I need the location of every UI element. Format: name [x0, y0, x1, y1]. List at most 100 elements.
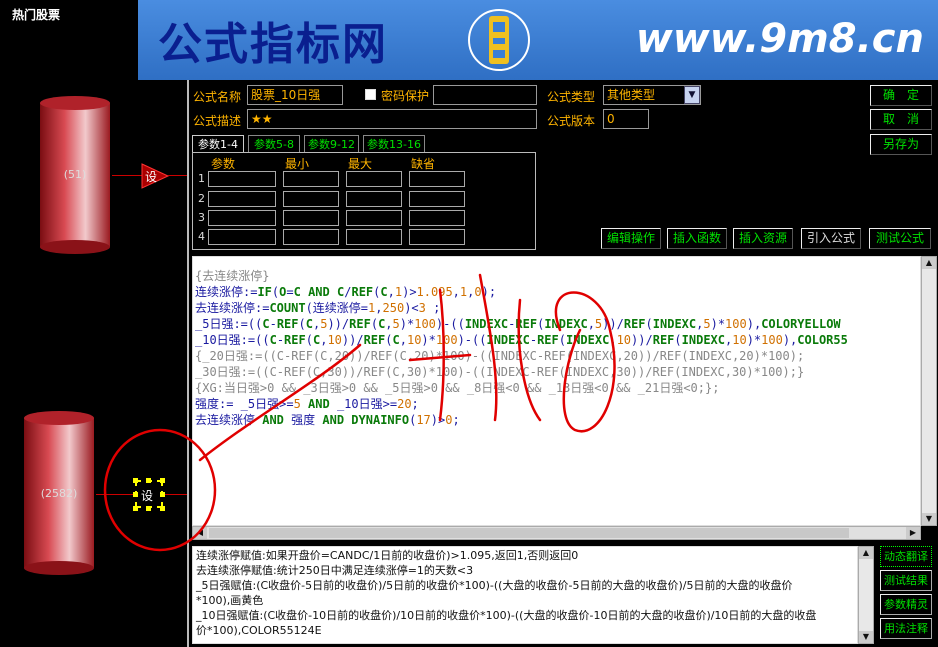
- param-max-input[interactable]: [346, 171, 402, 187]
- code-token: -: [529, 333, 538, 347]
- password-label: 密码保护: [381, 89, 430, 103]
- scroll-thumb[interactable]: [209, 528, 849, 538]
- param-name-input[interactable]: [208, 191, 276, 207]
- code-token: ;: [425, 301, 441, 315]
- scroll-up-icon[interactable]: ▲: [859, 547, 873, 559]
- code-token: )*: [421, 333, 436, 347]
- code-token: REF: [363, 333, 386, 347]
- help-line: 价*100),COLOR55124E: [196, 624, 322, 637]
- selected-set-node[interactable]: 设: [135, 480, 163, 508]
- resize-handle[interactable]: [146, 478, 151, 483]
- param-default-input[interactable]: [409, 191, 465, 207]
- code-token: )*: [399, 317, 415, 331]
- usage-notes-button[interactable]: 用法注释: [880, 618, 932, 639]
- insert-function-button[interactable]: 插入函数: [667, 228, 727, 249]
- code-token: )>: [402, 285, 417, 299]
- resize-handle[interactable]: [133, 506, 138, 511]
- code-token: ))/: [602, 317, 624, 331]
- code-token: )*: [746, 333, 762, 347]
- code-token: C: [293, 285, 301, 299]
- param-max-input[interactable]: [346, 191, 402, 207]
- ok-button[interactable]: 确 定: [870, 85, 932, 106]
- scroll-up-icon[interactable]: ▲: [922, 257, 936, 269]
- password-input[interactable]: [433, 85, 537, 105]
- params-table: 参数 最小 最大 缺省 1 2 3 4: [192, 152, 536, 250]
- watermark-banner: 公式指标网 www.9m8.cn: [138, 0, 938, 80]
- param-row-number: 2: [198, 192, 205, 205]
- resize-handle[interactable]: [133, 478, 138, 483]
- code-token: (: [645, 317, 653, 331]
- help-vertical-scrollbar[interactable]: ▲ ▼: [858, 546, 874, 644]
- formula-version-input[interactable]: 0: [603, 109, 649, 129]
- formula-name-input[interactable]: 股票_10日强: [247, 85, 343, 105]
- code-token: )<: [404, 301, 419, 315]
- tab-params-5-8[interactable]: 参数5-8: [248, 135, 300, 153]
- tab-params-1-4[interactable]: 参数1-4: [192, 135, 244, 153]
- resize-handle[interactable]: [133, 492, 138, 497]
- code-token: );: [481, 285, 497, 299]
- code-token: ,: [452, 285, 460, 299]
- code-token: ,: [375, 301, 383, 315]
- chevron-down-icon[interactable]: ▼: [684, 86, 700, 104]
- formula-desc-input[interactable]: ★★: [247, 109, 537, 129]
- param-min-input[interactable]: [283, 229, 339, 245]
- code-horizontal-scrollbar[interactable]: ◀ ▶: [192, 526, 921, 540]
- save-as-button[interactable]: 另存为: [870, 134, 932, 155]
- param-name-input[interactable]: [208, 210, 276, 226]
- code-token: 5: [703, 317, 711, 331]
- param-default-input[interactable]: [409, 171, 465, 187]
- code-token: 去连续涨停:=: [195, 301, 270, 315]
- node-count: (2582): [40, 487, 78, 500]
- code-token: _5日强:=((: [195, 317, 263, 331]
- test-formula-button[interactable]: 测试公式: [869, 228, 931, 249]
- param-min-input[interactable]: [283, 191, 339, 207]
- code-token: (: [370, 317, 379, 331]
- password-checkbox[interactable]: [365, 89, 376, 100]
- code-token: )-((: [435, 317, 465, 331]
- tab-params-13-16[interactable]: 参数13-16: [363, 135, 425, 153]
- scroll-right-icon[interactable]: ▶: [906, 527, 920, 539]
- code-token: REF: [623, 317, 646, 331]
- param-name-input[interactable]: [208, 229, 276, 245]
- code-token: 5: [392, 317, 400, 331]
- code-token: {_20日强:=((C-REF(C,20))/REF(C,20)*100)-((…: [195, 349, 805, 363]
- resize-handle[interactable]: [146, 506, 151, 511]
- resize-handle[interactable]: [160, 506, 165, 511]
- scroll-down-icon[interactable]: ▼: [859, 631, 873, 643]
- test-result-button[interactable]: 测试结果: [880, 570, 932, 591]
- help-line: _5日强赋值:(C收盘价-5日前的收盘价)/5日前的收盘价*100)-((大盘的…: [196, 579, 793, 592]
- code-token: IF: [257, 285, 272, 299]
- set-node[interactable]: 设: [140, 162, 170, 193]
- param-name-input[interactable]: [208, 171, 276, 187]
- code-token: )-((: [457, 333, 487, 347]
- param-header-min: 最小: [285, 157, 310, 171]
- edit-ops-button[interactable]: 编辑操作: [601, 228, 661, 249]
- scroll-down-icon[interactable]: ▼: [922, 513, 936, 525]
- formula-code-editor[interactable]: {去连续涨停} 连续涨停:=IF(O=C AND C/REF(C,1)>1.095…: [192, 256, 921, 526]
- param-min-input[interactable]: [283, 210, 339, 226]
- param-min-input[interactable]: [283, 171, 339, 187]
- scroll-left-icon[interactable]: ◀: [193, 527, 207, 539]
- param-max-input[interactable]: [346, 229, 402, 245]
- code-vertical-scrollbar[interactable]: ▲ ▼: [921, 256, 937, 526]
- param-default-input[interactable]: [409, 210, 465, 226]
- hot-stocks-panel: 热门股票 (51) 设 (2582) 设: [0, 0, 190, 647]
- code-token: AND: [322, 413, 345, 427]
- dynamic-translate-button[interactable]: 动态翻译: [880, 546, 932, 567]
- code-token: REF: [652, 333, 675, 347]
- param-wizard-button[interactable]: 参数精灵: [880, 594, 932, 615]
- code-line: 连续涨停:=IF(O=C AND C/REF(C,1)>1.095,1,0);: [195, 285, 496, 299]
- param-max-input[interactable]: [346, 210, 402, 226]
- code-token: 1.095: [416, 285, 453, 299]
- code-token: 去连续涨停: [195, 413, 263, 427]
- tab-params-9-12[interactable]: 参数9-12: [304, 135, 359, 153]
- import-formula-button[interactable]: 引入公式: [801, 228, 861, 249]
- stock-node-cylinder[interactable]: (51): [38, 95, 112, 255]
- code-token: ),: [746, 317, 762, 331]
- insert-resource-button[interactable]: 插入资源: [733, 228, 793, 249]
- code-token: REF: [349, 317, 371, 331]
- resize-handle[interactable]: [160, 478, 165, 483]
- param-default-input[interactable]: [409, 229, 465, 245]
- stock-node-cylinder[interactable]: (2582): [22, 410, 96, 575]
- cancel-button[interactable]: 取 消: [870, 109, 932, 130]
